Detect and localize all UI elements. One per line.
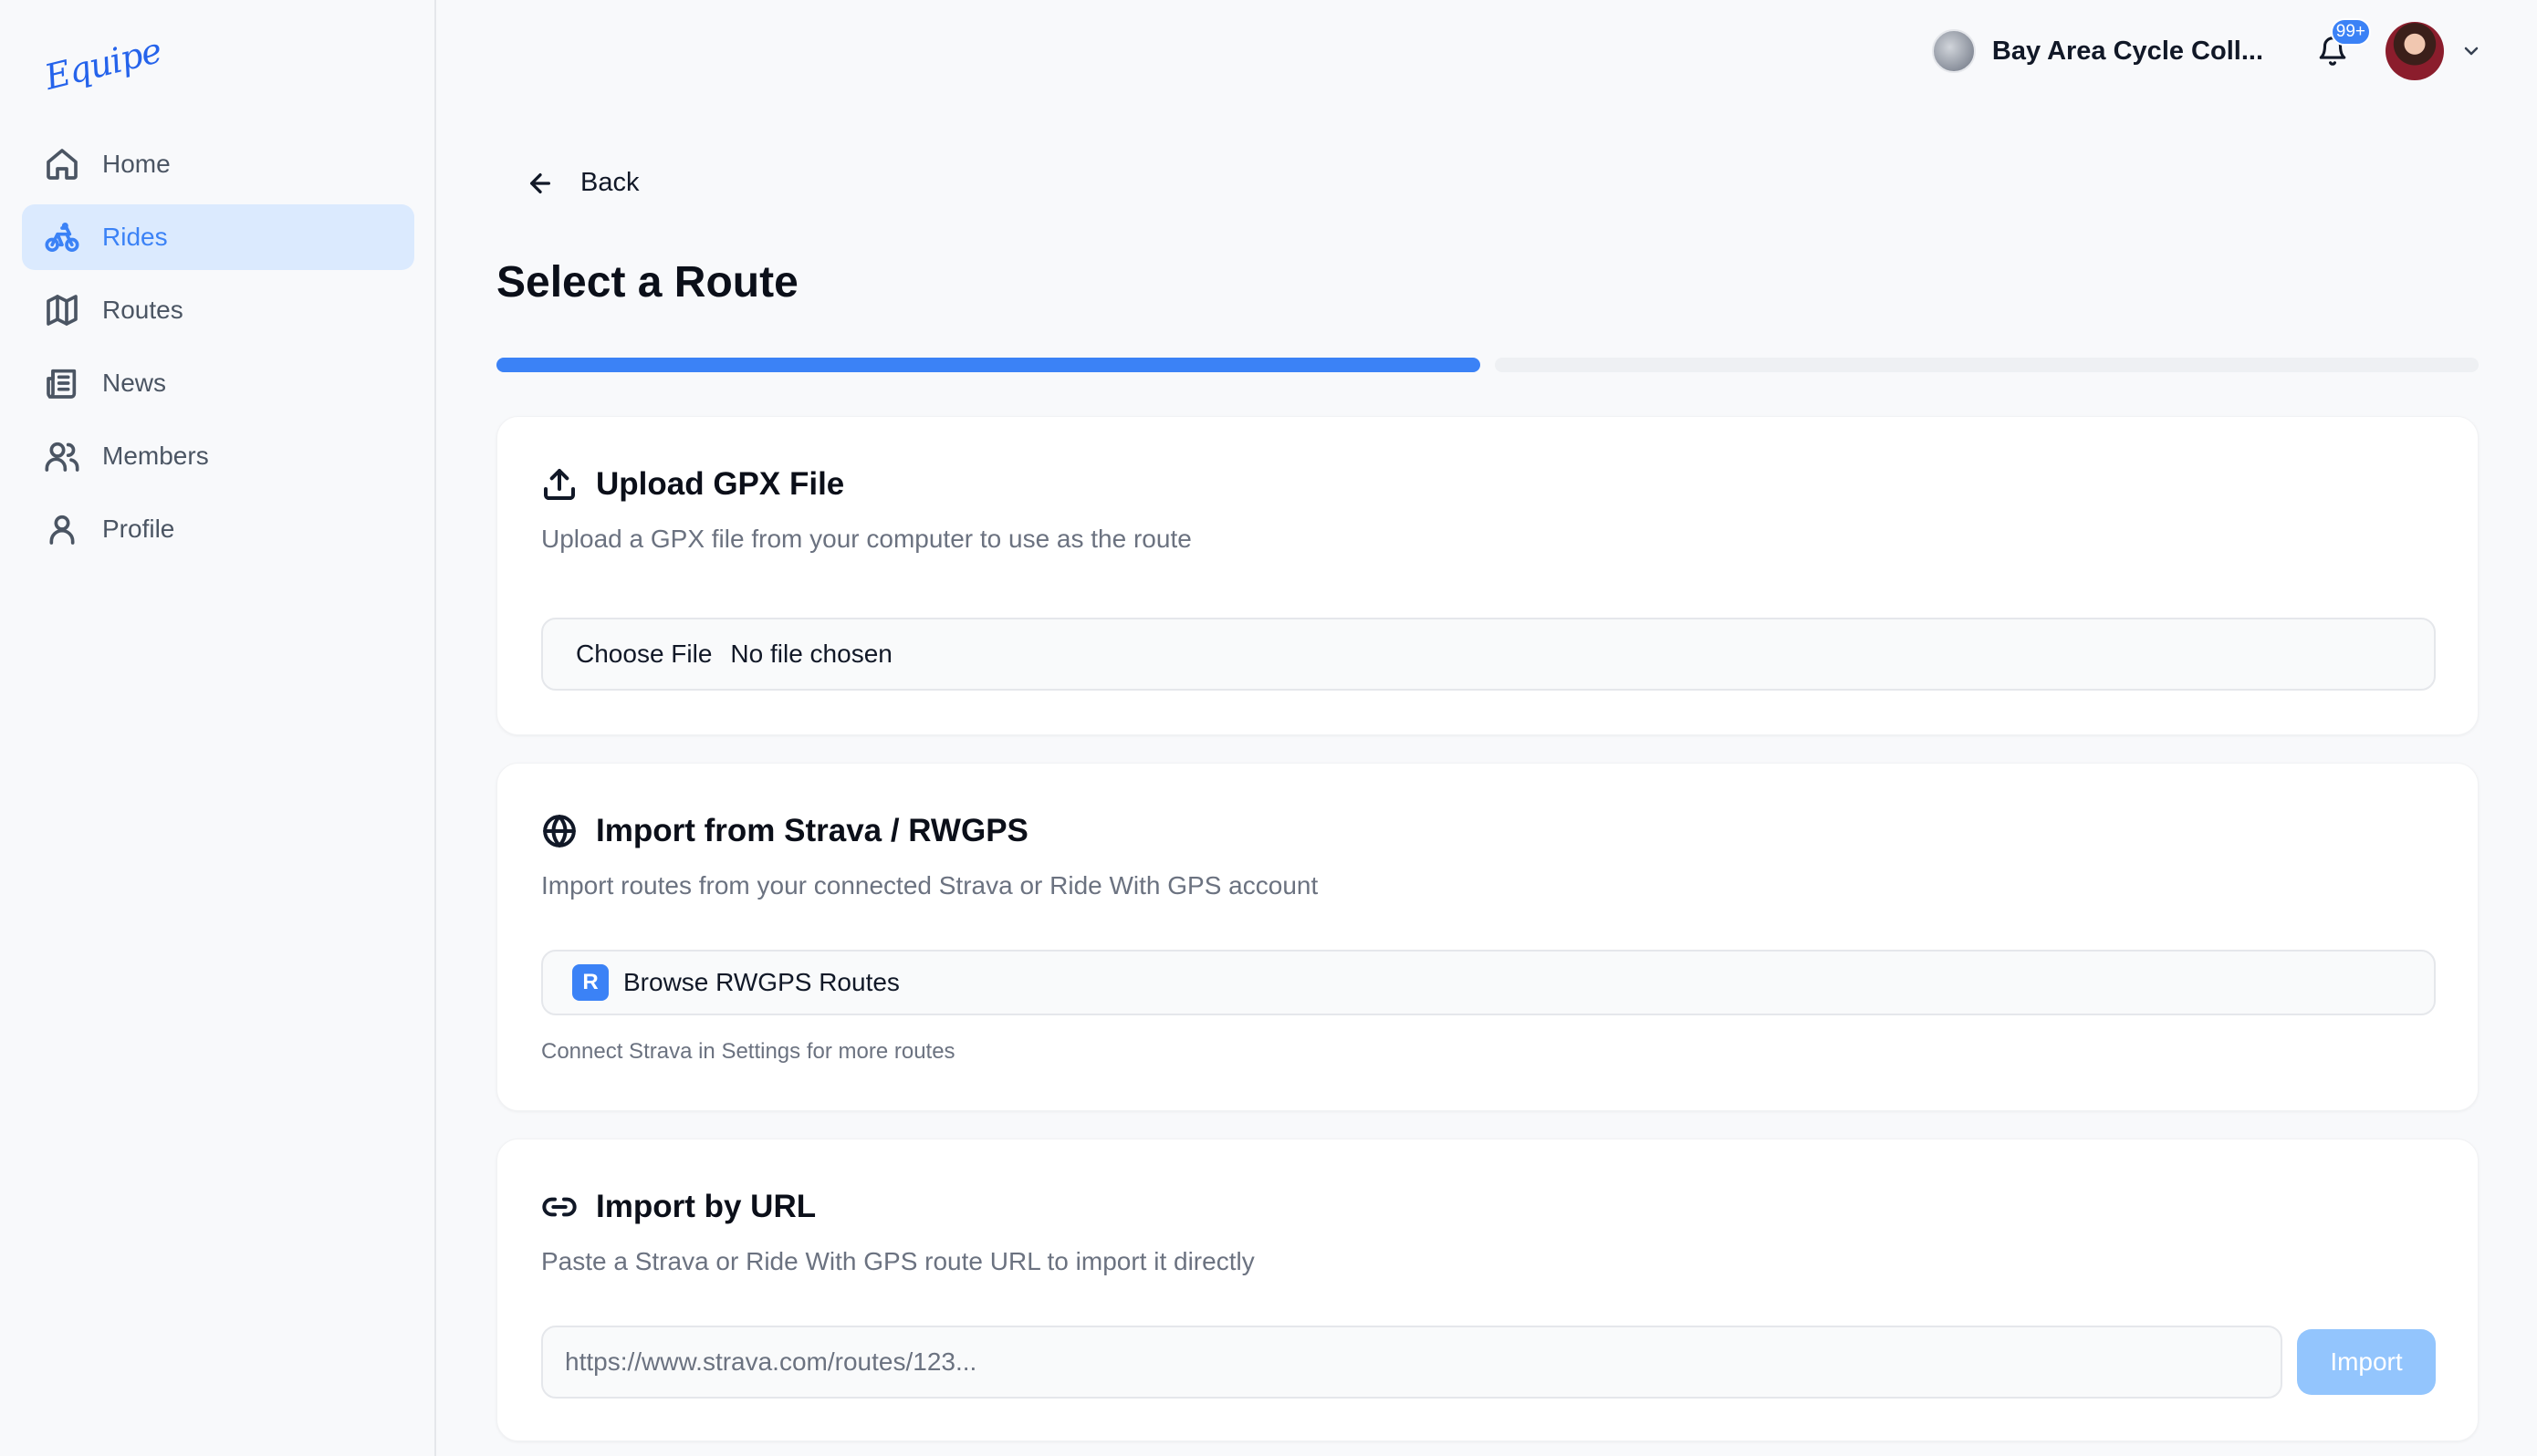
page-title: Select a Route (496, 258, 799, 307)
import-button[interactable]: Import (2297, 1329, 2436, 1395)
card-title: Upload GPX File (596, 466, 845, 502)
map-icon (44, 292, 80, 328)
sidebar-item-label: Routes (102, 296, 183, 324)
file-state: No file chosen (730, 640, 893, 668)
sidebar-item-label: Rides (102, 223, 168, 251)
rwgps-logo-icon: R (572, 964, 609, 1001)
globe-icon (543, 815, 576, 848)
sidebar-item-label: Profile (102, 515, 175, 543)
user-icon (44, 511, 80, 547)
upload-gpx-header: Upload GPX File (541, 466, 844, 503)
progress-step-complete (496, 358, 1480, 372)
import-url-header: Import by URL (541, 1189, 816, 1225)
user-avatar[interactable] (2386, 22, 2444, 80)
bike-icon (44, 219, 80, 255)
import-strava-header: Import from Strava / RWGPS (541, 813, 1028, 849)
card-description: Import routes from your connected Strava… (541, 871, 1319, 900)
sidebar-item-news[interactable]: News (22, 350, 414, 416)
upload-gpx-card: Upload GPX File Upload a GPX file from y… (496, 416, 2479, 735)
newspaper-icon (44, 365, 80, 401)
card-title: Import from Strava / RWGPS (596, 813, 1028, 848)
app-logo[interactable]: Equipe (41, 27, 165, 98)
sidebar-item-home[interactable]: Home (22, 131, 414, 197)
strava-hint: Connect Strava in Settings for more rout… (541, 1039, 955, 1064)
user-menu-toggle[interactable] (2460, 40, 2482, 62)
choose-file-button[interactable]: Choose File (576, 640, 712, 669)
browse-rwgps-label: Browse RWGPS Routes (623, 968, 900, 996)
card-description: Upload a GPX file from your computer to … (541, 525, 1192, 553)
sidebar-item-members[interactable]: Members (22, 423, 414, 489)
notification-badge: 99+ (2330, 18, 2371, 46)
sidebar-item-label: News (102, 369, 167, 397)
chevron-down-icon (2464, 47, 2479, 56)
sidebar-item-label: Members (102, 442, 209, 470)
app-logo-text: Equipe (40, 29, 165, 99)
back-button[interactable]: Back (526, 168, 639, 198)
browse-rwgps-button[interactable]: R Browse RWGPS Routes (541, 950, 2436, 1015)
route-url-input[interactable] (541, 1326, 2282, 1399)
sidebar-item-profile[interactable]: Profile (22, 496, 414, 562)
upload-icon (544, 469, 575, 500)
sidebar-nav: Home Rides Routes News Members Profile (22, 131, 414, 569)
card-description: Paste a Strava or Ride With GPS route UR… (541, 1247, 1255, 1275)
sidebar: Equipe Home Rides Routes News Members Pr… (0, 0, 436, 1456)
sidebar-item-label: Home (102, 150, 171, 178)
home-icon (44, 146, 80, 182)
top-bar: Bay Area Cycle Coll... 99+ (1931, 18, 2482, 82)
arrow-left-icon (530, 172, 550, 193)
club-avatar (1931, 29, 1976, 73)
back-label: Back (580, 168, 640, 197)
import-url-card: Import by URL Paste a Strava or Ride Wit… (496, 1139, 2479, 1441)
users-icon (44, 438, 80, 474)
sidebar-item-rides[interactable]: Rides (22, 204, 414, 270)
gpx-file-input[interactable]: Choose File No file chosen (541, 618, 2436, 691)
notifications-button[interactable]: 99+ (2313, 18, 2371, 71)
progress-step-remaining (1495, 358, 2479, 372)
sidebar-item-routes[interactable]: Routes (22, 277, 414, 343)
import-strava-card: Import from Strava / RWGPS Import routes… (496, 763, 2479, 1111)
club-switcher[interactable]: Bay Area Cycle Coll... (1931, 29, 2263, 73)
club-name: Bay Area Cycle Coll... (1991, 36, 2263, 66)
link-icon (542, 1197, 577, 1217)
card-title: Import by URL (596, 1189, 817, 1224)
